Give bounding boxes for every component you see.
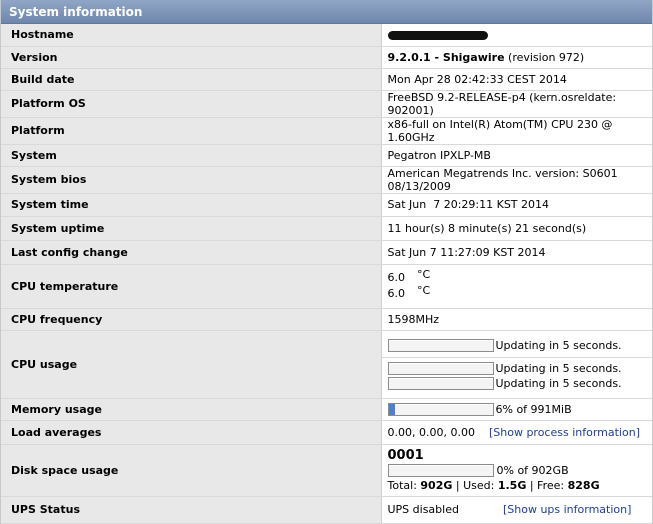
system-bios-value: American Megatrends Inc. version: S0601 … — [381, 166, 652, 193]
hostname-value — [381, 24, 652, 46]
load-averages-label: Load averages — [1, 420, 381, 444]
memory-usage-bar-row: 6% of 991MiB — [388, 402, 653, 417]
cpu-usage-bar — [388, 339, 494, 352]
disk-free-value: 828G — [568, 479, 600, 492]
cpu-temperature-reading: 6.0 — [388, 287, 406, 300]
cpu-frequency-value: 1598MHz — [381, 308, 652, 330]
ups-status-label: UPS Status — [1, 496, 381, 523]
row-system-time: System time Sat Jun 7 20:29:11 KST 2014 — [1, 193, 652, 216]
disk-usage-summary: Total: 902G | Used: 1.5G | Free: 828G — [388, 478, 653, 493]
disk-free-label: | Free: — [526, 479, 567, 492]
memory-usage-label: Memory usage — [1, 398, 381, 420]
row-load-averages: Load averages 0.00, 0.00, 0.00 [Show proc… — [1, 420, 652, 444]
system-info-table: Hostname Version 9.2.0.1 - Shigawire (re… — [1, 24, 652, 524]
platform-value: x86-full on Intel(R) Atom(TM) CPU 230 @ … — [381, 117, 652, 144]
build-date-value: Mon Apr 28 02:42:33 CEST 2014 — [381, 68, 652, 90]
cpu-usage-bar — [388, 362, 494, 375]
cpu-usage-bar-row: Updating in 5 seconds. — [388, 376, 653, 391]
memory-usage-bar — [388, 403, 494, 416]
disk-usage-bar-row: 0% of 902GB — [388, 463, 653, 478]
system-label: System — [1, 144, 381, 166]
cpu-frequency-label: CPU frequency — [1, 308, 381, 330]
platform-os-value: FreeBSD 9.2-RELEASE-p4 (kern.osreldate: … — [381, 90, 652, 117]
row-ups-status: UPS Status UPS disabled [Show ups informa… — [1, 496, 652, 523]
ups-status-text: UPS disabled — [388, 503, 459, 516]
disk-space-usage-value: 0001 0% of 902GB Total: 902G | Used: 1.5… — [381, 444, 652, 496]
version-value: 9.2.0.1 - Shigawire (revision 972) — [381, 46, 652, 68]
hostname-label: Hostname — [1, 24, 381, 46]
last-config-change-value: Sat Jun 7 11:27:09 KST 2014 — [381, 240, 652, 264]
version-label: Version — [1, 46, 381, 68]
disk-usage-bar — [388, 464, 494, 477]
row-cpu-frequency: CPU frequency 1598MHz — [1, 308, 652, 330]
cpu-temperature-value: 6.0 °C 6.0 °C — [381, 264, 652, 308]
row-system-bios: System bios American Megatrends Inc. ver… — [1, 166, 652, 193]
cpu-temperature-label: CPU temperature — [1, 264, 381, 308]
row-cpu-temperature: CPU temperature 6.0 °C 6.0 °C — [1, 264, 652, 308]
version-revision: (revision 972) — [505, 51, 585, 64]
show-ups-information-link[interactable]: [Show ups information] — [503, 503, 631, 516]
load-averages-value: 0.00, 0.00, 0.00 [Show process informatio… — [381, 420, 652, 444]
cpu-temperature-unit: °C — [417, 268, 430, 281]
cpu-usage-label: CPU usage — [1, 330, 381, 398]
build-date-label: Build date — [1, 68, 381, 90]
row-hostname: Hostname — [1, 24, 652, 46]
cpu-usage-bar-row: Updating in 5 seconds. — [388, 338, 653, 353]
system-bios-label: System bios — [1, 166, 381, 193]
platform-label: Platform — [1, 117, 381, 144]
disk-space-usage-label: Disk space usage — [1, 444, 381, 496]
cpu-usage-status: Updating in 5 seconds. — [496, 339, 622, 352]
version-number: 9.2.0.1 — [388, 51, 431, 64]
version-name: Shigawire — [443, 51, 505, 64]
load-averages-text: 0.00, 0.00, 0.00 — [388, 426, 475, 439]
system-information-panel: System information Hostname Version 9.2.… — [0, 0, 653, 524]
memory-usage-value: 6% of 991MiB — [381, 398, 652, 420]
row-cpu-usage: CPU usage Updating in 5 seconds. Updatin… — [1, 330, 652, 398]
redacted-hostname — [388, 31, 488, 40]
panel-title: System information — [1, 0, 652, 24]
ups-status-value: UPS disabled [Show ups information] — [381, 496, 652, 523]
cpu-usage-status: Updating in 5 seconds. — [496, 362, 622, 375]
system-value: Pegatron IPXLP-MB — [381, 144, 652, 166]
cpu-temperature-reading: 6.0 — [388, 271, 406, 284]
row-last-config-change: Last config change Sat Jun 7 11:27:09 KS… — [1, 240, 652, 264]
disk-name: 0001 — [388, 448, 653, 463]
system-uptime-label: System uptime — [1, 216, 381, 240]
row-memory-usage: Memory usage 6% of 991MiB — [1, 398, 652, 420]
system-uptime-value: 11 hour(s) 8 minute(s) 21 second(s) — [381, 216, 652, 240]
row-build-date: Build date Mon Apr 28 02:42:33 CEST 2014 — [1, 68, 652, 90]
disk-total-value: 902G — [420, 479, 452, 492]
memory-usage-bar-fill — [389, 404, 395, 415]
row-platform: Platform x86-full on Intel(R) Atom(TM) C… — [1, 117, 652, 144]
cpu-temperature-line: 6.0 °C — [388, 286, 653, 302]
cpu-usage-bar-row: Updating in 5 seconds. — [388, 361, 653, 376]
last-config-change-label: Last config change — [1, 240, 381, 264]
disk-total-label: Total: — [388, 479, 421, 492]
disk-usage-percent-text: 0% of 902GB — [497, 464, 569, 477]
system-time-value: Sat Jun 7 20:29:11 KST 2014 — [381, 193, 652, 216]
memory-usage-text: 6% of 991MiB — [496, 403, 572, 416]
version-sep: - — [431, 51, 443, 64]
disk-used-label: | Used: — [452, 479, 497, 492]
row-system-uptime: System uptime 11 hour(s) 8 minute(s) 21 … — [1, 216, 652, 240]
cpu-usage-bar — [388, 377, 494, 390]
show-process-information-link[interactable]: [Show process information] — [489, 426, 640, 439]
system-time-label: System time — [1, 193, 381, 216]
cpu-usage-divider — [382, 357, 653, 358]
disk-used-value: 1.5G — [498, 479, 527, 492]
row-platform-os: Platform OS FreeBSD 9.2-RELEASE-p4 (kern… — [1, 90, 652, 117]
row-system: System Pegatron IPXLP-MB — [1, 144, 652, 166]
platform-os-label: Platform OS — [1, 90, 381, 117]
cpu-usage-status: Updating in 5 seconds. — [496, 377, 622, 390]
cpu-temperature-unit: °C — [417, 284, 430, 297]
row-version: Version 9.2.0.1 - Shigawire (revision 97… — [1, 46, 652, 68]
cpu-usage-value: Updating in 5 seconds. Updating in 5 sec… — [381, 330, 652, 398]
row-disk-space-usage: Disk space usage 0001 0% of 902GB Total:… — [1, 444, 652, 496]
